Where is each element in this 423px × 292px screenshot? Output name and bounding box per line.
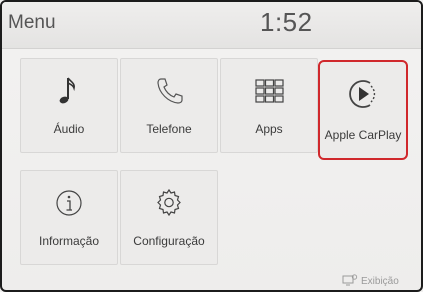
phone-icon: [121, 71, 217, 111]
screen-frame: Menu 1:52 Áudio Telefone Apps Apple CarP…: [0, 0, 423, 292]
carplay-icon: [320, 74, 406, 114]
phone-button[interactable]: Telefone: [120, 58, 218, 153]
tile-label: Configuração: [133, 234, 205, 248]
info-icon: [21, 183, 117, 223]
apple-carplay-button[interactable]: Apple CarPlay: [318, 60, 408, 160]
settings-button[interactable]: Configuração: [120, 170, 218, 265]
display-settings-icon: [342, 274, 358, 289]
info-button[interactable]: Informação: [20, 170, 118, 265]
tile-label: Telefone: [146, 122, 192, 136]
tile-label: Apple CarPlay: [324, 128, 402, 142]
clock: 1:52: [260, 7, 313, 37]
gear-icon: [121, 183, 217, 223]
display-label: Exibição: [361, 276, 399, 287]
music-note-icon: [21, 71, 117, 111]
page-title: Menu: [8, 12, 56, 33]
tile-label: Informação: [38, 234, 100, 248]
apps-grid-icon: [221, 71, 317, 111]
apps-button[interactable]: Apps: [220, 58, 318, 153]
tile-label: Áudio: [53, 122, 85, 136]
display-button[interactable]: Exibição: [342, 274, 399, 289]
header-bar: Menu 1:52: [2, 2, 421, 49]
tile-label: Apps: [255, 122, 283, 136]
audio-button[interactable]: Áudio: [20, 58, 118, 153]
